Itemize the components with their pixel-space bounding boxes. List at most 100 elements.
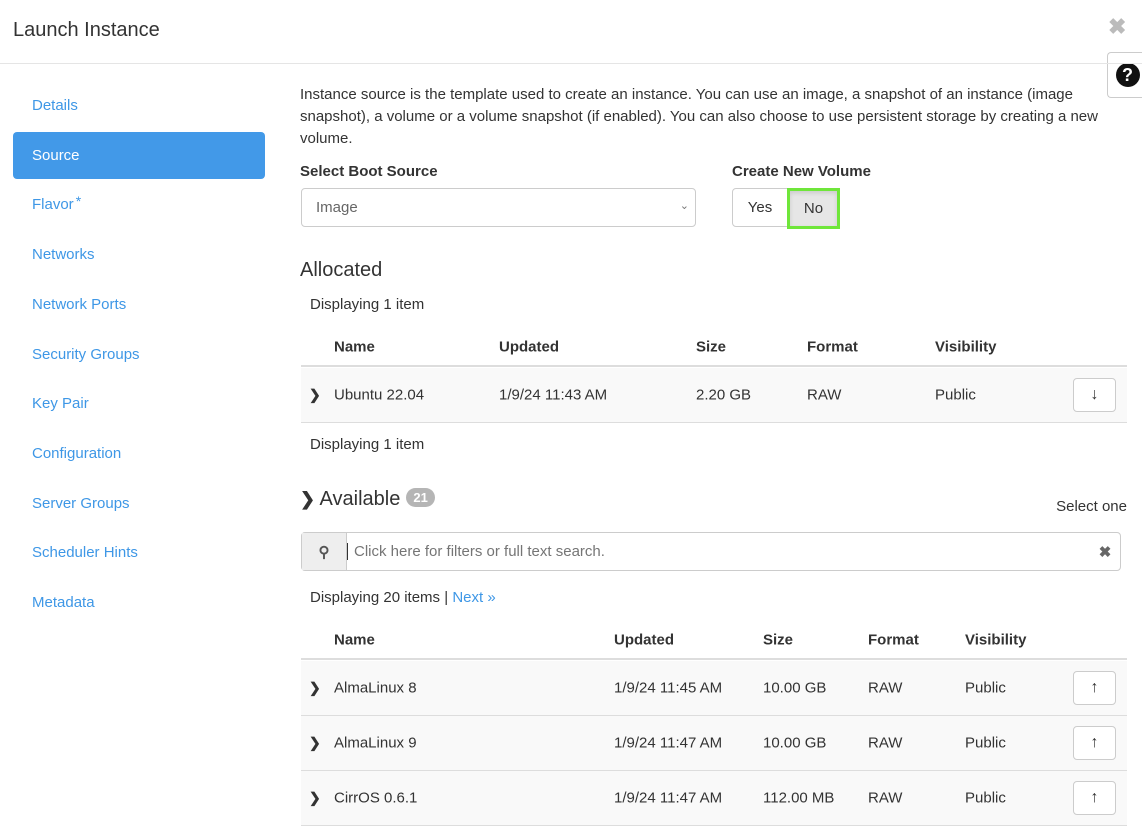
chevron-right-icon[interactable]: ❯ (309, 790, 321, 807)
column-header[interactable]: Name (334, 631, 375, 648)
column-header[interactable]: Format (807, 338, 858, 355)
allocate-button[interactable]: ↑ (1073, 726, 1116, 760)
arrow-up-icon: ↑ (1090, 734, 1099, 751)
chevron-right-icon[interactable]: ❯ (309, 387, 321, 404)
volume-yes-button[interactable]: Yes (732, 188, 788, 227)
boot-source-label: Select Boot Source (300, 163, 438, 180)
help-button[interactable]: ? (1107, 52, 1142, 98)
chevron-right-icon[interactable]: ❯ (309, 735, 321, 752)
sidebar-item-networks[interactable]: Networks (13, 231, 265, 278)
sidebar-item-label: Networks (32, 246, 95, 264)
search-icon: ⚲ (302, 533, 347, 570)
sidebar-item-network-ports[interactable]: Network Ports (13, 281, 265, 328)
sidebar-item-configuration[interactable]: Configuration (13, 430, 265, 477)
source-description: Instance source is the template used to … (300, 86, 1098, 147)
chevron-down-icon: ⌄ (679, 200, 689, 212)
sidebar-item-label: Details (32, 97, 78, 114)
search-bar[interactable]: ⚲ ✖ (301, 532, 1121, 571)
column-header[interactable]: Updated (499, 338, 559, 355)
chevron-right-icon[interactable]: ❯ (309, 680, 321, 697)
cell-size: 2.20 GB (696, 386, 752, 404)
column-header[interactable]: Visibility (965, 631, 1026, 648)
cell-format: RAW (807, 386, 842, 404)
sidebar-item-label: Scheduler Hints (32, 544, 138, 562)
cell-size: 112.00 MB (763, 789, 835, 807)
allocated-table-header: Name Updated Size Format Visibility (301, 328, 1127, 367)
sidebar-item-label: Flavor (32, 196, 74, 214)
cell-format: RAW (868, 734, 903, 752)
sidebar-item-label: Key Pair (32, 395, 89, 413)
available-title: Available (319, 488, 401, 510)
arrow-up-icon: ↑ (1090, 679, 1099, 696)
cell-visibility: Public (965, 679, 1006, 697)
available-toggle[interactable]: ❯ Available 21 (300, 488, 435, 511)
allocate-button[interactable]: ↑ (1073, 671, 1116, 705)
sidebar-item-server-groups[interactable]: Server Groups (13, 480, 265, 527)
sidebar-item-label: Security Groups (32, 345, 140, 363)
sidebar-item-source[interactable]: Source (13, 131, 265, 179)
question-circle-icon: ? (1115, 63, 1140, 87)
new-volume-label: Create New Volume (732, 163, 871, 180)
sidebar-item-label: Server Groups (32, 494, 130, 512)
select-hint: Select one (1056, 498, 1127, 515)
available-table-header: Name Updated Size Format Visibility (301, 621, 1127, 660)
sidebar-item-label: Source (32, 146, 80, 164)
boot-source-value: Image (316, 199, 358, 216)
cell-updated: 1/9/24 11:45 AM (614, 679, 723, 697)
arrow-down-icon: ↓ (1090, 386, 1099, 403)
cell-name: AlmaLinux 9 (334, 734, 417, 752)
cell-updated: 1/9/24 11:47 AM (614, 734, 723, 752)
cell-size: 10.00 GB (763, 679, 827, 697)
table-row[interactable]: ❯ Ubuntu 22.04 1/9/24 11:43 AM 2.20 GB RAW Pu… (301, 368, 1127, 423)
boot-source-select[interactable]: Image ⌄ (301, 188, 696, 227)
cell-updated: 1/9/24 11:47 AM (614, 789, 723, 807)
cell-format: RAW (868, 679, 903, 697)
column-header[interactable]: Updated (614, 631, 674, 648)
allocate-button[interactable]: ↑ (1073, 781, 1116, 815)
cell-visibility: Public (935, 386, 976, 404)
sidebar-item-key-pair[interactable]: Key Pair (13, 380, 265, 427)
column-header[interactable]: Size (696, 338, 726, 355)
cell-name: AlmaLinux 8 (334, 679, 417, 697)
required-marker: * (75, 192, 82, 209)
pagination-separator: | (444, 589, 449, 606)
chevron-down-icon: ❯ (300, 489, 316, 509)
available-count-badge: 21 (406, 488, 435, 507)
available-count: Displaying 20 items (310, 589, 441, 606)
cell-format: RAW (868, 789, 903, 807)
header-divider (0, 63, 1142, 64)
clear-search-icon[interactable]: ✖ (1090, 533, 1120, 570)
sidebar-item-label: Metadata (32, 594, 95, 611)
cell-visibility: Public (965, 734, 1006, 752)
search-input[interactable] (347, 543, 1090, 560)
sidebar-item-security-groups[interactable]: Security Groups (13, 331, 265, 378)
deallocate-button[interactable]: ↓ (1073, 378, 1116, 412)
table-row[interactable]: ❯ AlmaLinux 9 1/9/24 11:47 AM 10.00 GB RAW Pu… (301, 716, 1127, 771)
allocated-count-bottom: Displaying 1 item (310, 436, 425, 453)
sidebar-item-label: Configuration (32, 444, 122, 462)
modal-title: Launch Instance (13, 19, 160, 41)
volume-no-button[interactable]: No (787, 188, 840, 229)
close-icon[interactable]: ✖ (1108, 14, 1126, 40)
column-header[interactable]: Visibility (935, 338, 996, 355)
cell-name: Ubuntu 22.04 (334, 386, 425, 404)
allocated-count-top: Displaying 1 item (310, 296, 425, 313)
sidebar-item-flavor[interactable]: Flavor * (13, 181, 265, 228)
column-header[interactable]: Format (868, 631, 919, 648)
cell-name: CirrOS 0.6.1 (334, 789, 418, 807)
sidebar-item-scheduler-hints[interactable]: Scheduler Hints (13, 529, 265, 576)
column-header[interactable]: Size (763, 631, 793, 648)
cell-updated: 1/9/24 11:43 AM (499, 386, 608, 404)
table-row[interactable]: ❯ CirrOS 0.6.1 1/9/24 11:47 AM 112.00 MB RAW… (301, 771, 1127, 826)
allocated-title: Allocated (300, 259, 383, 281)
sidebar-item-details[interactable]: Details (13, 82, 265, 129)
cell-visibility: Public (965, 789, 1006, 807)
arrow-up-icon: ↑ (1090, 789, 1099, 806)
sidebar-item-metadata[interactable]: Metadata (13, 579, 265, 626)
sidebar-item-label: Network Ports (32, 295, 127, 313)
pagination: Displaying 20 items | Next » (310, 589, 496, 606)
cell-size: 10.00 GB (763, 734, 827, 752)
next-page-link[interactable]: Next » (452, 589, 495, 606)
column-header[interactable]: Name (334, 338, 375, 355)
table-row[interactable]: ❯ AlmaLinux 8 1/9/24 11:45 AM 10.00 GB RAW Pu… (301, 661, 1127, 716)
